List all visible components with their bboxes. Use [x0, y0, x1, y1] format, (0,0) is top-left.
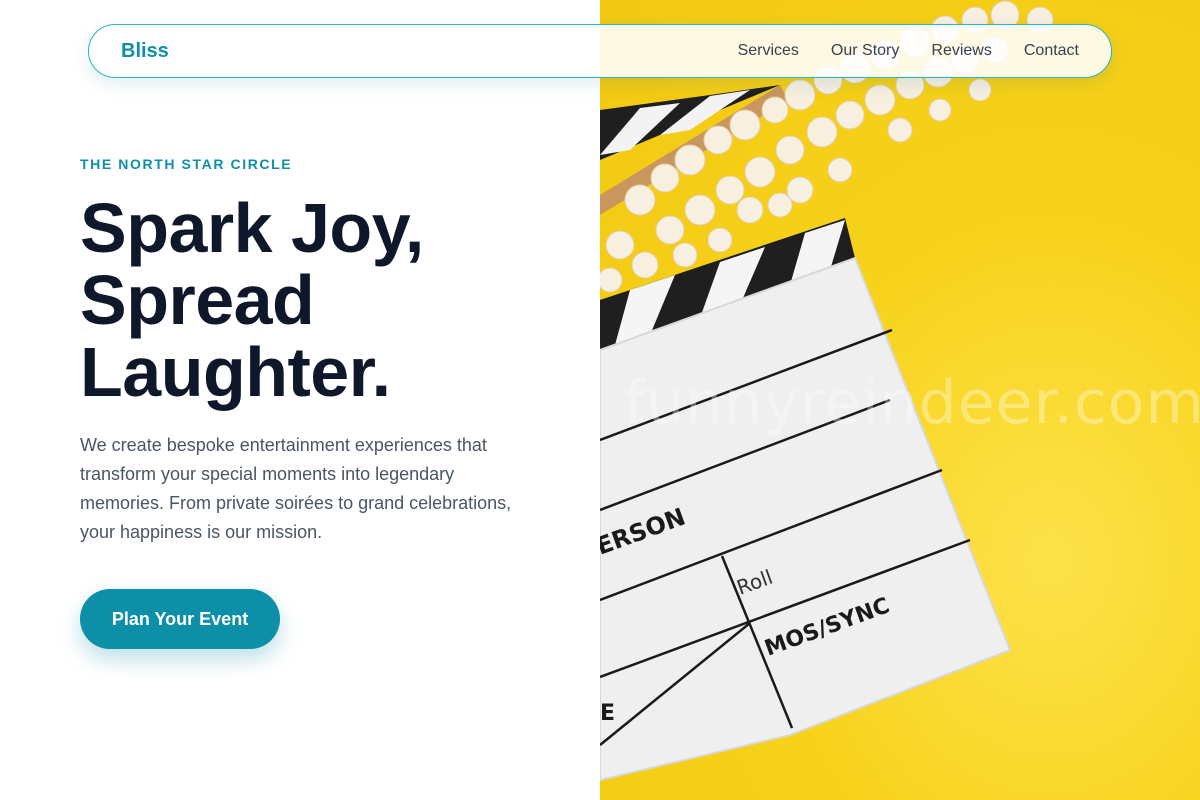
top-navigation: Bliss Services Our Story Reviews Contact: [88, 24, 1112, 78]
plan-event-button[interactable]: Plan Your Event: [80, 589, 280, 649]
hero-photo: ERSON Roll MOS/SYNC E funnyreindeer.com: [600, 0, 1200, 800]
clapper-label-e: E: [600, 701, 615, 726]
headline-line-1: Spark Joy,: [80, 189, 424, 267]
hero-description: We create bespoke entertainment experien…: [80, 435, 512, 542]
headline-line-2: Spread: [80, 261, 315, 339]
nav-link-contact[interactable]: Contact: [1024, 42, 1079, 60]
hero-eyebrow: THE NORTH STAR CIRCLE: [80, 156, 293, 172]
hero-headline: Spark Joy, Spread Laughter.: [80, 192, 580, 408]
clapper-slate: ERSON Roll MOS/SYNC E: [600, 256, 1012, 782]
headline-line-3: Laughter.: [80, 333, 391, 411]
watermark-text: funnyreindeer.com: [624, 368, 1200, 438]
nav-link-our-story[interactable]: Our Story: [831, 42, 899, 60]
nav-link-services[interactable]: Services: [738, 42, 799, 60]
nav-links: Services Our Story Reviews Contact: [738, 42, 1079, 60]
nav-link-reviews[interactable]: Reviews: [931, 42, 991, 60]
brand-logo[interactable]: Bliss: [121, 40, 169, 63]
